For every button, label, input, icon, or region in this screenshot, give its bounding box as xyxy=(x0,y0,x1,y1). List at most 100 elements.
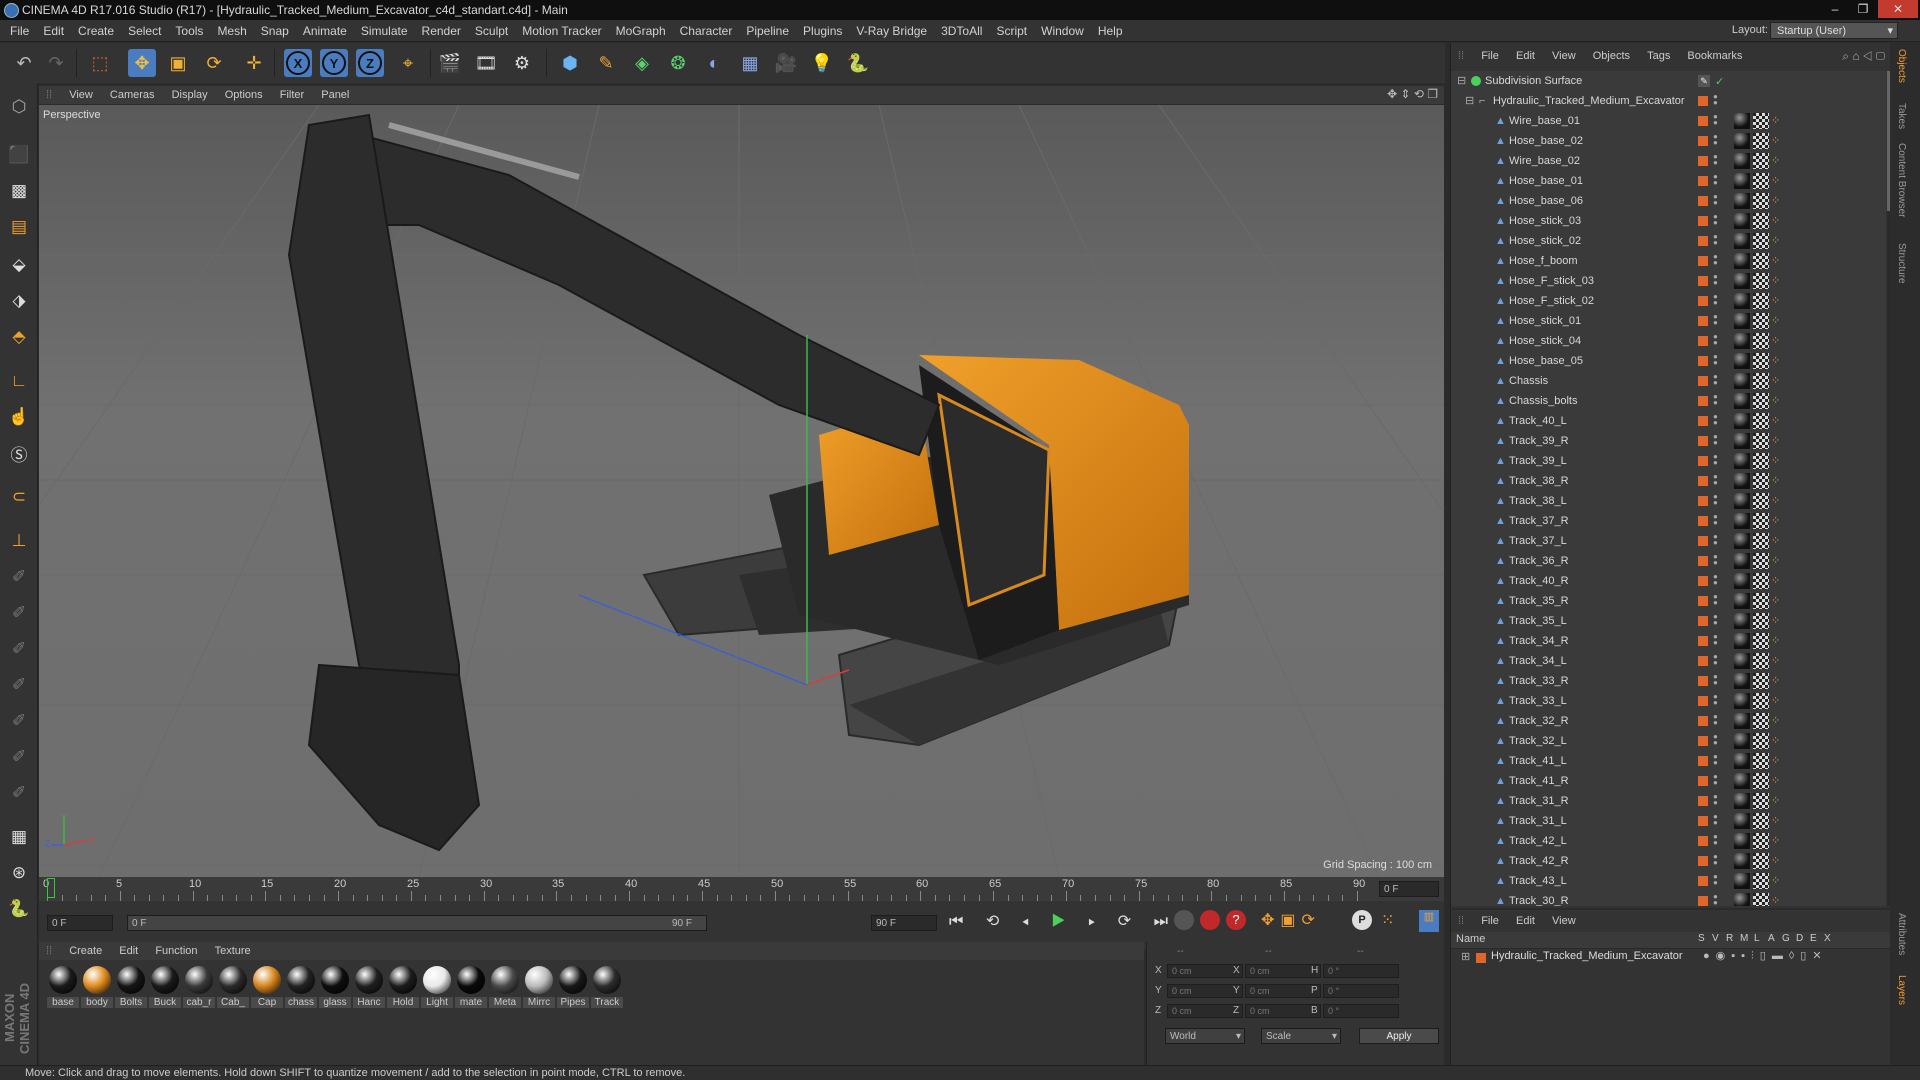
material-tag-icon[interactable] xyxy=(1734,253,1750,269)
layer-color-swatch[interactable] xyxy=(1698,476,1708,486)
material-tag-icon[interactable] xyxy=(1734,873,1750,889)
material-tag-icon[interactable] xyxy=(1734,293,1750,309)
camera-icon[interactable]: 🎥 xyxy=(772,49,800,77)
object-row[interactable]: ▲ Track_42_L ● ● ⁘ xyxy=(1451,831,1886,851)
coord-field[interactable]: 0 ° xyxy=(1323,1004,1399,1018)
material-tag-icon[interactable] xyxy=(1734,493,1750,509)
menu-animate[interactable]: Animate xyxy=(296,20,354,42)
phong-tag-icon[interactable]: ⁘ xyxy=(1771,493,1787,509)
phong-tag-icon[interactable]: ⁘ xyxy=(1771,773,1787,789)
phong-tag-icon[interactable]: ⁘ xyxy=(1771,653,1787,669)
uvw-tag-icon[interactable] xyxy=(1753,713,1769,729)
tweak-icon[interactable]: ☝ xyxy=(5,403,33,431)
object-menu-objects[interactable]: Objects xyxy=(1586,47,1637,65)
object-row[interactable]: ▲ Hose_F_stick_03 ● ● ⁘ xyxy=(1451,271,1886,291)
viewport-menu-cameras[interactable]: Cameras xyxy=(103,86,162,104)
layer-color-swatch[interactable] xyxy=(1698,676,1708,686)
layer-color-swatch[interactable] xyxy=(1698,136,1708,146)
uvw-tag-icon[interactable] xyxy=(1753,113,1769,129)
visibility-dots[interactable]: ● ● xyxy=(1713,813,1718,828)
phong-tag-icon[interactable]: ⁘ xyxy=(1771,693,1787,709)
redo-icon[interactable]: ↷ xyxy=(42,49,70,77)
material-tag-icon[interactable] xyxy=(1734,313,1750,329)
layer-color-swatch[interactable] xyxy=(1698,816,1708,826)
visibility-dots[interactable]: ● ● xyxy=(1713,273,1718,288)
object-row[interactable]: ▲ Track_32_L ● ● ⁘ xyxy=(1451,731,1886,751)
material-tag-icon[interactable] xyxy=(1734,453,1750,469)
object-row[interactable]: ▲ Hose_stick_04 ● ● ⁘ xyxy=(1451,331,1886,351)
menu-edit[interactable]: Edit xyxy=(36,20,71,42)
layer-color-swatch[interactable] xyxy=(1698,356,1708,366)
material-tag-icon[interactable] xyxy=(1734,833,1750,849)
object-menu-edit[interactable]: Edit xyxy=(1509,47,1542,65)
object-row[interactable]: ▲ Track_36_R ● ● ⁘ xyxy=(1451,551,1886,571)
material-swatch[interactable]: Meta xyxy=(489,966,521,1008)
axis-mode-icon[interactable]: ∟ xyxy=(5,367,33,395)
material-tag-icon[interactable] xyxy=(1734,213,1750,229)
material-tag-icon[interactable] xyxy=(1734,593,1750,609)
object-row[interactable]: ▲ Wire_base_01 ● ● ⁘ xyxy=(1451,111,1886,131)
material-swatch[interactable]: Track xyxy=(591,966,623,1008)
edit-render-settings-icon[interactable]: ⚙ xyxy=(508,49,536,77)
menu-pipeline[interactable]: Pipeline xyxy=(739,20,796,42)
uvw-tag-icon[interactable] xyxy=(1753,513,1769,529)
coord-field[interactable]: 0 ° xyxy=(1323,984,1399,998)
object-row[interactable]: ▲ Track_37_L ● ● ⁘ xyxy=(1451,531,1886,551)
material-menu-function[interactable]: Function xyxy=(148,942,204,960)
keyframe-selection-icon[interactable]: ? xyxy=(1226,910,1246,930)
material-tag-icon[interactable] xyxy=(1734,133,1750,149)
material-menu-create[interactable]: Create xyxy=(62,942,109,960)
texture-mode-icon[interactable]: ▩ xyxy=(5,177,33,205)
workplane-icon[interactable]: ▤ xyxy=(5,213,33,241)
menu-window[interactable]: Window xyxy=(1034,20,1091,42)
material-tag-icon[interactable] xyxy=(1734,413,1750,429)
uvw-tag-icon[interactable] xyxy=(1753,173,1769,189)
visibility-dots[interactable]: ● ● xyxy=(1713,633,1718,648)
coord-field[interactable]: 0 cm xyxy=(1167,964,1243,978)
phong-tag-icon[interactable]: ⁘ xyxy=(1771,413,1787,429)
layer-color-swatch[interactable] xyxy=(1698,896,1708,906)
phong-tag-icon[interactable]: ⁘ xyxy=(1771,253,1787,269)
x-axis-icon[interactable]: X xyxy=(284,49,312,77)
tab-attributes[interactable]: Attributes xyxy=(1896,913,1907,955)
polygons-mode-icon[interactable]: ⬘ xyxy=(5,323,33,351)
layer-color-swatch[interactable] xyxy=(1698,436,1708,446)
uvw-tag-icon[interactable] xyxy=(1753,353,1769,369)
uvw-tag-icon[interactable] xyxy=(1753,293,1769,309)
layer-color-swatch[interactable] xyxy=(1698,196,1708,206)
material-tag-icon[interactable] xyxy=(1734,733,1750,749)
object-row[interactable]: ▲ Chassis_bolts ● ● ⁘ xyxy=(1451,391,1886,411)
maximize-button[interactable]: ❐ xyxy=(1850,0,1876,18)
timeline-layout-icon[interactable]: ▥ xyxy=(1419,910,1439,932)
visibility-dots[interactable]: ● ● xyxy=(1713,513,1718,528)
material-swatch[interactable]: Mirrc xyxy=(523,966,555,1008)
object-row[interactable]: ▲ Track_40_L ● ● ⁘ xyxy=(1451,411,1886,431)
material-swatch[interactable]: Cap xyxy=(251,966,283,1008)
material-swatch[interactable]: Bolts xyxy=(115,966,147,1008)
material-swatch[interactable]: body xyxy=(81,966,113,1008)
layer-color-swatch[interactable] xyxy=(1698,616,1708,626)
layer-color-swatch[interactable] xyxy=(1698,236,1708,246)
uvw-tag-icon[interactable] xyxy=(1753,853,1769,869)
material-tag-icon[interactable] xyxy=(1734,393,1750,409)
uvw-tag-icon[interactable] xyxy=(1753,493,1769,509)
phong-tag-icon[interactable]: ⁘ xyxy=(1771,433,1787,449)
phong-tag-icon[interactable]: ⁘ xyxy=(1771,753,1787,769)
uvw-tag-icon[interactable] xyxy=(1753,373,1769,389)
visibility-dots[interactable]: ● ● xyxy=(1713,493,1718,508)
uvw-tag-icon[interactable] xyxy=(1753,473,1769,489)
menu-select[interactable]: Select xyxy=(121,20,168,42)
visibility-dots[interactable]: ● ● xyxy=(1713,173,1718,188)
layer-color-swatch[interactable] xyxy=(1698,876,1708,886)
visibility-dots[interactable]: ● ● xyxy=(1713,853,1718,868)
uvw-tag-icon[interactable] xyxy=(1753,213,1769,229)
create-icon[interactable]: ✛ xyxy=(240,49,268,77)
object-row[interactable]: ▲ Hose_stick_03 ● ● ⁘ xyxy=(1451,211,1886,231)
uvw-tag-icon[interactable] xyxy=(1753,793,1769,809)
layer-color-swatch[interactable] xyxy=(1698,456,1708,466)
brush-6-icon[interactable]: ✐ xyxy=(5,743,33,771)
tree-row-group[interactable]: ⊟ ⌐ Hydraulic_Tracked_Medium_Excavator ●… xyxy=(1451,91,1886,111)
layer-color-swatch[interactable] xyxy=(1698,336,1708,346)
visibility-dots[interactable]: ● ● xyxy=(1713,253,1718,268)
scale-icon[interactable]: ▣ xyxy=(164,49,192,77)
